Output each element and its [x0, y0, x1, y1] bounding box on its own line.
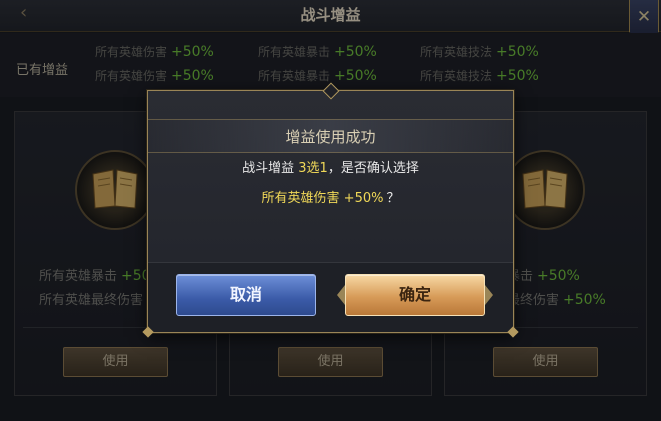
selected-buff-name: 所有英雄伤害: [261, 191, 340, 206]
selected-buff-value: +50%: [343, 191, 384, 206]
cancel-button[interactable]: 取消: [176, 274, 316, 316]
question-mark: ？: [386, 191, 400, 206]
message-suffix: ，是否确认选择: [327, 161, 419, 176]
confirm-button[interactable]: 确定: [337, 274, 493, 316]
message-highlight: 3选1: [298, 161, 328, 176]
dialog-message: 战斗增益 3选1，是否确认选择: [148, 157, 513, 176]
selected-buff: 所有英雄伤害 +50%？: [148, 187, 513, 206]
confirm-dialog: 增益使用成功 战斗增益 3选1，是否确认选择 所有英雄伤害 +50%？ 取消 确…: [142, 82, 519, 338]
message-prefix: 战斗增益: [242, 161, 299, 176]
dialog-title: 增益使用成功: [285, 128, 376, 146]
